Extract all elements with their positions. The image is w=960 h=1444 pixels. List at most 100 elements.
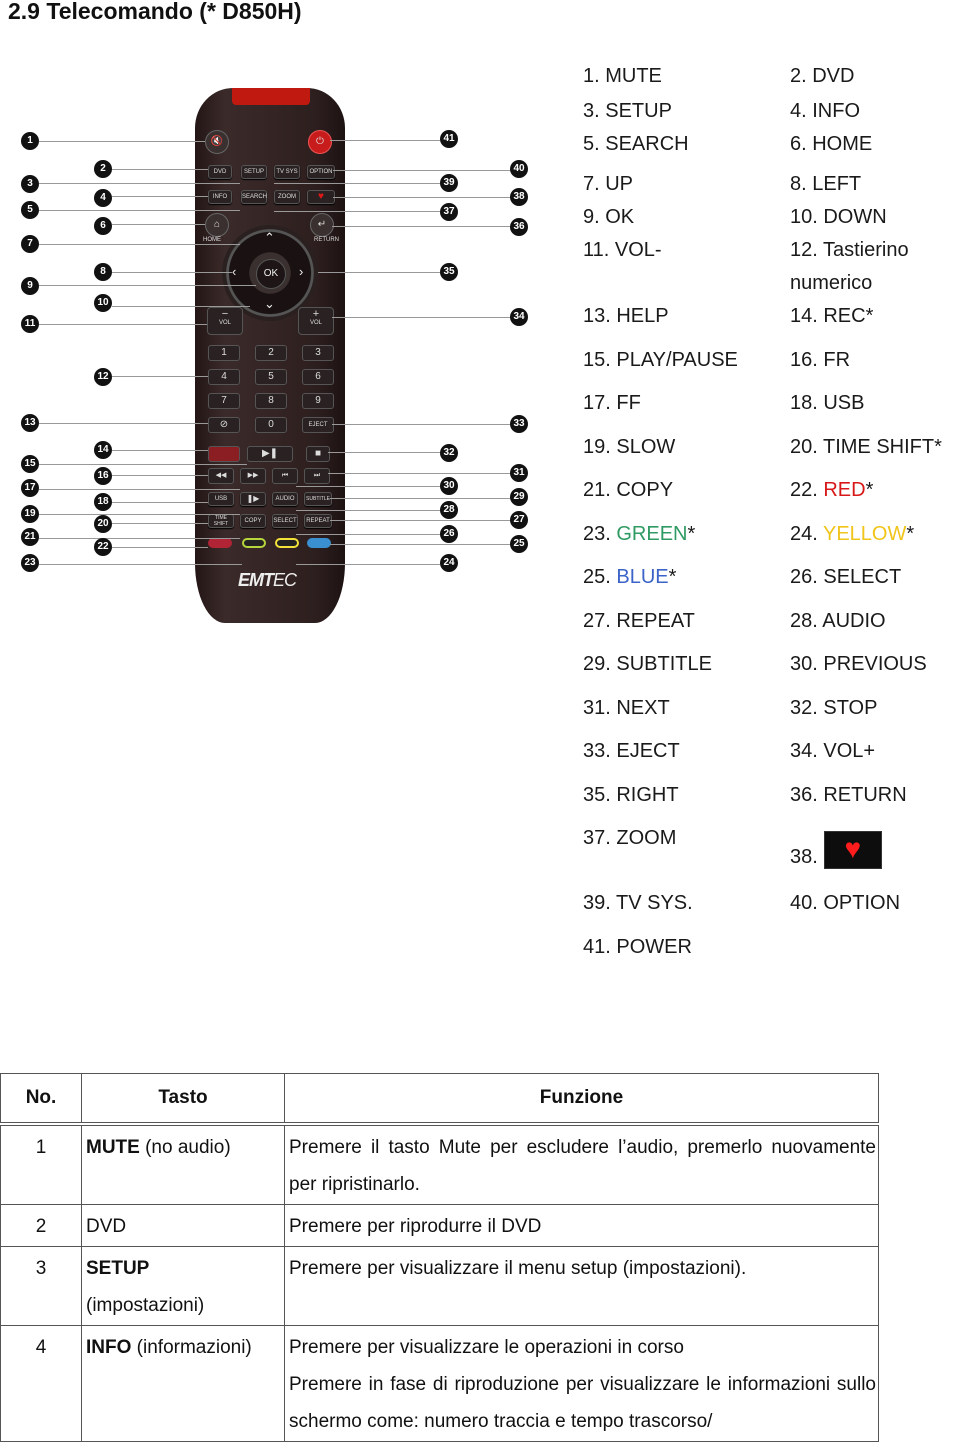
callout-number: 20 <box>94 515 112 533</box>
vol-plus-symbol: + <box>312 308 320 320</box>
legend-item: 36. RETURN <box>790 784 907 806</box>
callout-number: 4 <box>94 189 112 207</box>
usb-key: USB <box>208 492 234 506</box>
callout-number: 15 <box>21 455 39 473</box>
callout-number: 8 <box>94 263 112 281</box>
row-function: Premere il tasto Mute per escludere l’au… <box>284 1123 879 1205</box>
callout-number: 13 <box>21 414 39 432</box>
vol-minus-key: − VOL <box>207 307 243 335</box>
setup-key: SETUP <box>241 165 267 179</box>
callout-number: 33 <box>510 415 528 433</box>
info-key: INFO <box>208 190 232 204</box>
legend-item: 8. LEFT <box>790 173 862 195</box>
legend-item: 3. SETUP <box>583 100 672 122</box>
heart-key-icon: ♥ <box>307 190 335 204</box>
legend-item-blue: 25. BLUE* <box>583 566 676 589</box>
callout-leader-line <box>39 324 207 325</box>
callout-number: 30 <box>440 477 458 495</box>
key-bold: SETUP <box>86 1258 150 1279</box>
asterisk: * <box>687 523 696 545</box>
digit-key: 9 <box>302 393 334 409</box>
callout-leader-line <box>39 489 240 490</box>
legend-item-red: 22. RED* <box>790 479 873 502</box>
legend-item: 16. FR <box>790 349 851 371</box>
digit-key: 0 <box>255 417 287 433</box>
legend-num: 23. <box>583 523 617 545</box>
header-tasto: Tasto <box>81 1073 285 1126</box>
callout-number: 2 <box>94 160 112 178</box>
callout-leader-line <box>330 140 440 141</box>
remote-illustration: 🔇 ⏻ DVD SETUP TV SYS OPTION INFO SEARCH … <box>0 80 560 640</box>
fr-icon: ◀◀ <box>208 468 234 484</box>
callout-leader-line <box>39 514 240 515</box>
return-key-label: RETURN <box>314 237 339 243</box>
callout-number: 21 <box>21 528 39 546</box>
callout-leader-line <box>112 475 208 476</box>
legend-item-continuation: numerico <box>790 272 873 294</box>
callout-number: 12 <box>94 368 112 386</box>
callout-leader-line <box>330 520 510 521</box>
callout-leader-line <box>296 510 440 511</box>
callout-leader-line <box>39 423 208 424</box>
heart-icon <box>823 831 882 869</box>
legend-item: 21. COPY <box>583 479 674 501</box>
row-function: Premere per riprodurre il DVD <box>284 1204 879 1247</box>
callout-leader-line <box>112 450 208 451</box>
callout-leader-line <box>112 224 205 225</box>
audio-key: AUDIO <box>272 492 298 506</box>
table-row: 2 DVD Premere per riprodurre il DVD <box>0 1204 879 1247</box>
header-funzione: Funzione <box>284 1073 879 1126</box>
legend-item: 9. OK <box>583 206 635 228</box>
dvd-key: DVD <box>208 165 232 179</box>
function-table: No. Tasto Funzione 1 MUTE (no audio) Pre… <box>0 1073 879 1442</box>
digit-key: 4 <box>208 369 240 385</box>
callout-number: 29 <box>510 488 528 506</box>
callout-number: 14 <box>94 441 112 459</box>
green-label: GREEN <box>616 523 688 545</box>
legend-item: 40. OPTION <box>790 892 901 914</box>
callout-leader-line <box>112 523 208 524</box>
key-bold: INFO <box>86 1337 132 1358</box>
callout-leader-line <box>39 244 240 245</box>
play-pause-icon: ▶❚ <box>247 446 293 462</box>
vol-label: VOL <box>218 320 231 326</box>
red-key <box>208 538 232 548</box>
legend-item: 18. USB <box>790 392 865 414</box>
callout-leader-line <box>332 317 510 318</box>
blue-label: BLUE <box>616 566 669 588</box>
right-arrow-icon: › <box>299 264 304 279</box>
asterisk: * <box>906 523 915 545</box>
digit-key: 6 <box>302 369 334 385</box>
logo-suffix: EC <box>273 570 297 590</box>
callout-number: 3 <box>21 175 39 193</box>
table-row: 3 SETUP (impostazioni) Premere per visual… <box>0 1246 879 1326</box>
callout-leader-line <box>333 197 510 198</box>
key-rest: (no audio) <box>139 1137 231 1158</box>
callout-leader-line <box>112 306 250 307</box>
repeat-key: REPEAT <box>304 514 332 528</box>
callout-leader-line <box>330 544 510 545</box>
zoom-key: ZOOM <box>274 190 300 204</box>
legend-item: 20. TIME SHIFT* <box>790 436 942 458</box>
row-key: SETUP (impostazioni) <box>81 1246 285 1326</box>
tvsys-key: TV SYS <box>274 165 300 179</box>
callout-leader-line <box>328 452 440 453</box>
legend-item: 4. INFO <box>790 100 861 122</box>
callout-leader-line <box>39 564 242 565</box>
up-arrow-icon: ⌃ <box>264 230 275 245</box>
next-icon: ⏭ <box>304 468 330 484</box>
legend-num: 38. <box>790 846 818 868</box>
legend-item: 13. HELP <box>583 305 669 327</box>
legend-item: 41. POWER <box>583 936 692 958</box>
subtitle-key: SUBTITLE <box>304 492 332 506</box>
callout-leader-line <box>39 464 247 465</box>
callout-number: 36 <box>510 218 528 236</box>
select-key: SELECT <box>272 514 298 528</box>
key-bold: MUTE <box>86 1137 140 1158</box>
search-key: SEARCH <box>241 190 267 204</box>
logo-bold: EMT <box>238 570 274 590</box>
emtec-logo: EMTEC <box>238 570 297 591</box>
home-key-label: HOME <box>203 237 221 243</box>
callout-leader-line <box>39 538 240 539</box>
legend-item: 1. MUTE <box>583 65 662 87</box>
